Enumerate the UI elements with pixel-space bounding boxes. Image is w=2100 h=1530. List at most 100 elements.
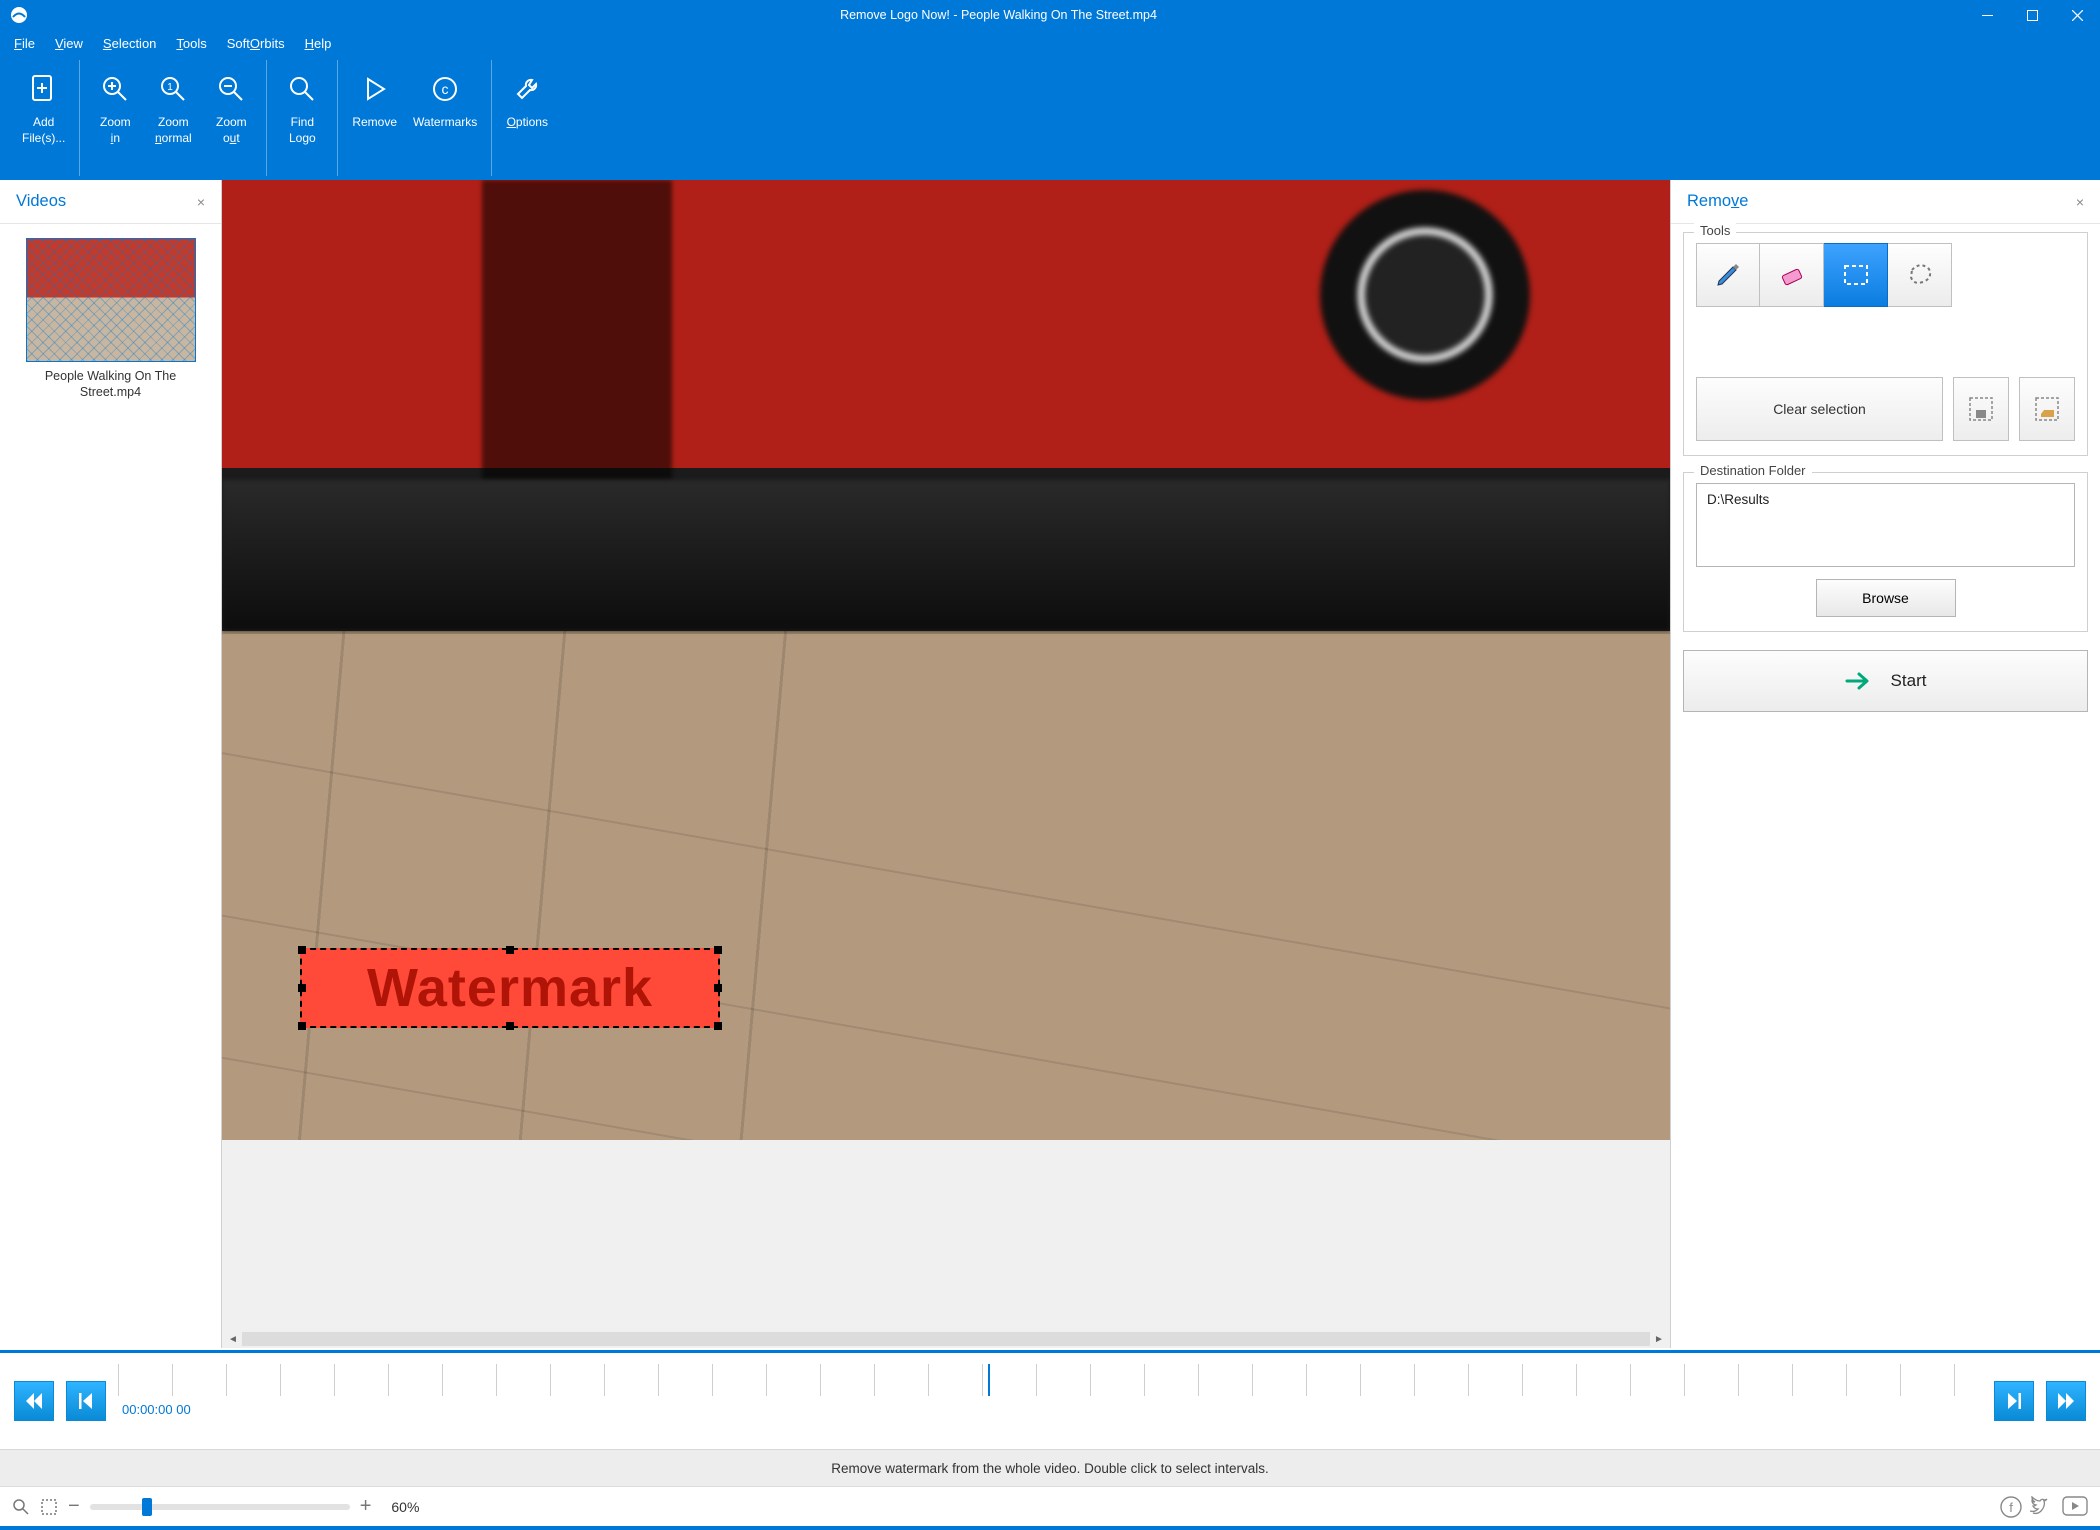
youtube-icon[interactable] [2062,1496,2088,1518]
lasso-icon [1903,258,1937,292]
remove-panel-close-icon[interactable]: × [2076,194,2084,210]
eraser-icon [1775,258,1809,292]
timeline-cursor[interactable] [988,1364,990,1396]
zoom-reset-icon[interactable] [12,1498,30,1516]
tool-eraser[interactable] [1760,243,1824,307]
copyright-icon: c [428,72,462,106]
step-back-button[interactable] [66,1381,106,1421]
zoom-in-status-button[interactable]: + [360,1495,372,1518]
step-forward-button[interactable] [1994,1381,2034,1421]
watermark-text: Watermark [367,957,653,1019]
minimize-button[interactable] [1965,0,2010,30]
canvas-footer: ◄ ► [222,1140,1670,1348]
zoom-out-button[interactable]: Zoomout [202,64,260,172]
selection-handle[interactable] [714,1022,722,1030]
timeline-track[interactable]: 00:00:00 00 [118,1364,1982,1438]
menubar: File View Selection Tools SoftOrbits Hel… [0,30,2100,56]
tool-freehand-select[interactable] [1888,243,1952,307]
svg-text:f: f [2009,1500,2013,1515]
video-thumbnail [26,238,196,362]
menu-help[interactable]: Help [305,36,332,51]
video-thumbnail-item[interactable]: People Walking On TheStreet.mp4 [0,224,221,414]
menu-softorbits[interactable]: SoftOrbits [227,36,285,51]
zoom-out-status-button[interactable]: − [68,1495,80,1518]
videos-panel: Videos × People Walking On TheStreet.mp4 [0,180,222,1348]
fit-screen-icon[interactable] [40,1498,58,1516]
zoom-out-icon [214,72,248,106]
scroll-right-icon[interactable]: ► [1650,1330,1668,1348]
selection-handle[interactable] [506,946,514,954]
menu-view[interactable]: View [55,36,83,51]
status-bar: − + 60% f [0,1486,2100,1530]
selection-handle[interactable] [714,984,722,992]
maximize-button[interactable] [2010,0,2055,30]
options-button[interactable]: Options [498,64,556,172]
start-button[interactable]: Start [1683,650,2088,712]
save-selection-icon [1966,394,1996,424]
remove-button[interactable]: Remove [344,64,405,172]
load-selection-icon [2032,394,2062,424]
scroll-track[interactable] [242,1332,1650,1346]
menu-selection[interactable]: Selection [103,36,156,51]
videos-panel-header: Videos × [0,180,221,224]
load-selection-button[interactable] [2019,377,2075,441]
forward-end-button[interactable] [2046,1381,2086,1421]
wrench-icon [510,72,544,106]
zoom-normal-icon: 1 [156,72,190,106]
app-icon [6,2,32,28]
destination-group-label: Destination Folder [1694,463,1812,478]
save-selection-button[interactable] [1953,377,2009,441]
rewind-start-button[interactable] [14,1381,54,1421]
tools-group: Tools Clear selection [1683,232,2088,456]
add-file-icon [27,72,61,106]
video-frame: Watermark [222,180,1670,1140]
scroll-left-icon[interactable]: ◄ [224,1330,242,1348]
remove-panel: Remove × Tools Clear [1670,180,2100,1348]
timeline-timecode: 00:00:00 00 [122,1402,191,1417]
zoom-in-button[interactable]: Zoomin [86,64,144,172]
menu-tools[interactable]: Tools [176,36,206,51]
remove-panel-header: Remove × [1671,180,2100,224]
watermark-selection[interactable]: Watermark [300,948,720,1028]
svg-text:c: c [442,81,449,97]
twitter-icon[interactable] [2030,1496,2054,1518]
find-logo-button[interactable]: FindLogo [273,64,331,172]
watermarks-button[interactable]: c Watermarks [405,64,485,172]
selection-handle[interactable] [298,984,306,992]
main-content: Videos × People Walking On TheStreet.mp4… [0,180,2100,1348]
zoom-slider-thumb[interactable] [142,1498,152,1516]
titlebar: Remove Logo Now! - People Walking On The… [0,0,2100,30]
horizontal-scrollbar[interactable]: ◄ ► [224,1330,1668,1348]
video-thumbnail-name: People Walking On TheStreet.mp4 [4,368,217,400]
video-canvas[interactable]: Watermark ◄ ► [222,180,1670,1348]
selection-handle[interactable] [714,946,722,954]
add-files-button[interactable]: AddFile(s)... [14,64,73,172]
tool-rectangle-select[interactable] [1824,243,1888,307]
timeline-ticks [118,1364,1982,1396]
rectangle-select-icon [1839,258,1873,292]
clear-selection-button[interactable]: Clear selection [1696,377,1943,441]
find-logo-icon [285,72,319,106]
facebook-icon[interactable]: f [2000,1496,2022,1518]
remove-panel-title: Remove [1687,192,1748,211]
zoom-normal-button[interactable]: 1 Zoomnormal [144,64,202,172]
destination-group: Destination Folder D:\Results Browse [1683,472,2088,632]
browse-button[interactable]: Browse [1816,579,1956,617]
play-icon [358,72,392,106]
close-button[interactable] [2055,0,2100,30]
destination-path-field[interactable]: D:\Results [1696,483,2075,567]
selection-handle[interactable] [298,946,306,954]
start-arrow-icon [1845,671,1873,691]
timeline-bar: 00:00:00 00 [0,1350,2100,1450]
ribbon-toolbar: AddFile(s)... Zoomin 1 Zoomnormal Zoomou… [0,56,2100,180]
videos-panel-title: Videos [16,192,66,211]
hint-text: Remove watermark from the whole video. D… [831,1461,1268,1476]
zoom-in-icon [98,72,132,106]
menu-file[interactable]: File [14,36,35,51]
selection-handle[interactable] [298,1022,306,1030]
tool-marker[interactable] [1696,243,1760,307]
videos-panel-close-icon[interactable]: × [197,194,205,210]
tools-group-label: Tools [1694,223,1736,238]
zoom-slider[interactable] [90,1504,350,1510]
selection-handle[interactable] [506,1022,514,1030]
